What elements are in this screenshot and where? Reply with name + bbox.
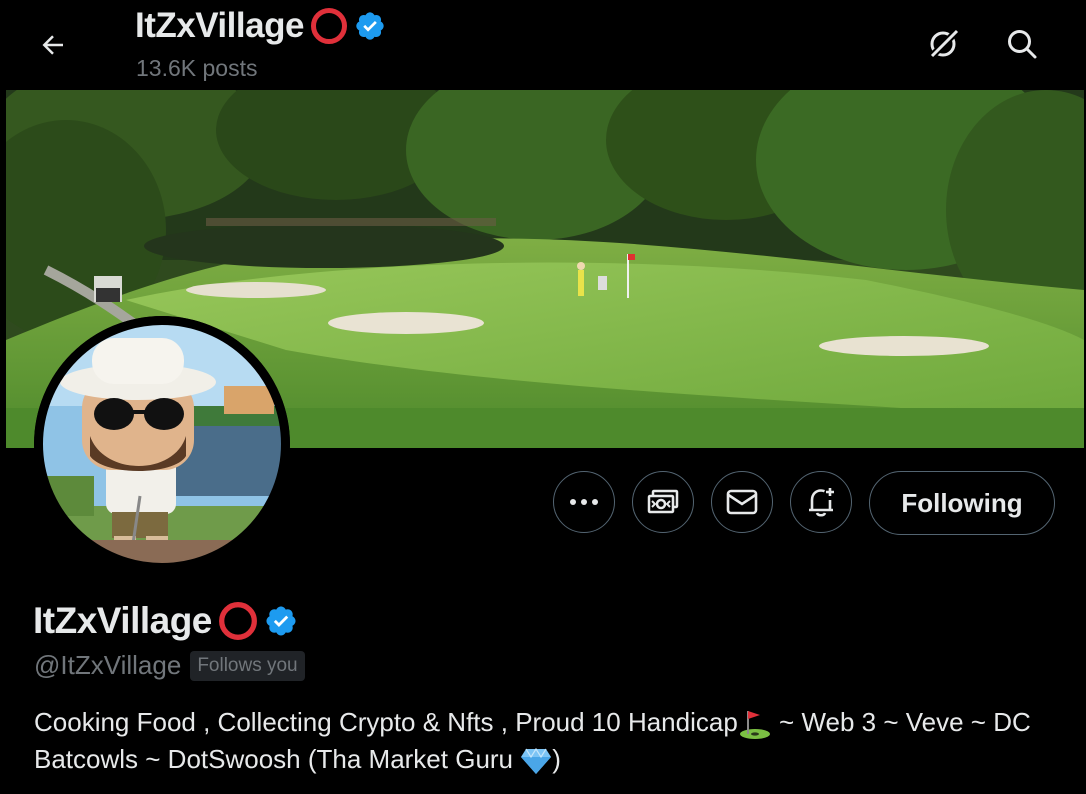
subscribe-button[interactable]	[632, 471, 694, 533]
verified-badge-icon	[356, 12, 384, 40]
profile-display-name: ItZxVillage	[33, 600, 212, 641]
money-icon	[647, 489, 679, 514]
message-button[interactable]	[711, 471, 773, 533]
more-dots-icon	[570, 499, 598, 505]
header-display-name: ItZxVillage	[135, 6, 304, 45]
bio-text-1: Cooking Food , Collecting Crypto & Nfts …	[34, 707, 738, 737]
header-title: ItZxVillage	[135, 6, 386, 46]
bell-plus-icon	[809, 488, 834, 517]
avatar-image	[34, 316, 290, 572]
profile-handle: @ItZxVillage	[34, 650, 182, 680]
verified-badge-icon[interactable]	[264, 604, 298, 638]
follows-you-badge: Follows you	[190, 650, 305, 681]
post-count: 13.6K posts	[136, 55, 258, 81]
flag-in-hole-icon	[739, 711, 770, 740]
grok-button[interactable]	[920, 20, 968, 68]
arrow-left-icon	[42, 35, 63, 55]
search-button[interactable]	[998, 20, 1046, 68]
mail-icon	[726, 489, 758, 515]
red-circle-icon	[310, 8, 347, 44]
more-button[interactable]	[553, 471, 615, 533]
handle-row: @ItZxVillage Follows you	[34, 650, 305, 681]
grok-icon	[928, 27, 961, 60]
notify-button[interactable]	[790, 471, 852, 533]
top-bar: ItZxVillage 13.6K posts	[0, 0, 1086, 90]
following-button[interactable]: Following	[869, 471, 1055, 535]
profile-avatar[interactable]	[34, 316, 290, 572]
back-button[interactable]	[30, 22, 76, 68]
search-icon	[1008, 30, 1037, 59]
profile-name: ItZxVillage	[33, 600, 298, 642]
gem-icon	[521, 748, 552, 775]
red-circle-icon	[218, 602, 257, 640]
bio-text-3: )	[552, 744, 561, 775]
profile-bio: Cooking Food , Collecting Crypto & Nfts …	[34, 704, 1054, 778]
